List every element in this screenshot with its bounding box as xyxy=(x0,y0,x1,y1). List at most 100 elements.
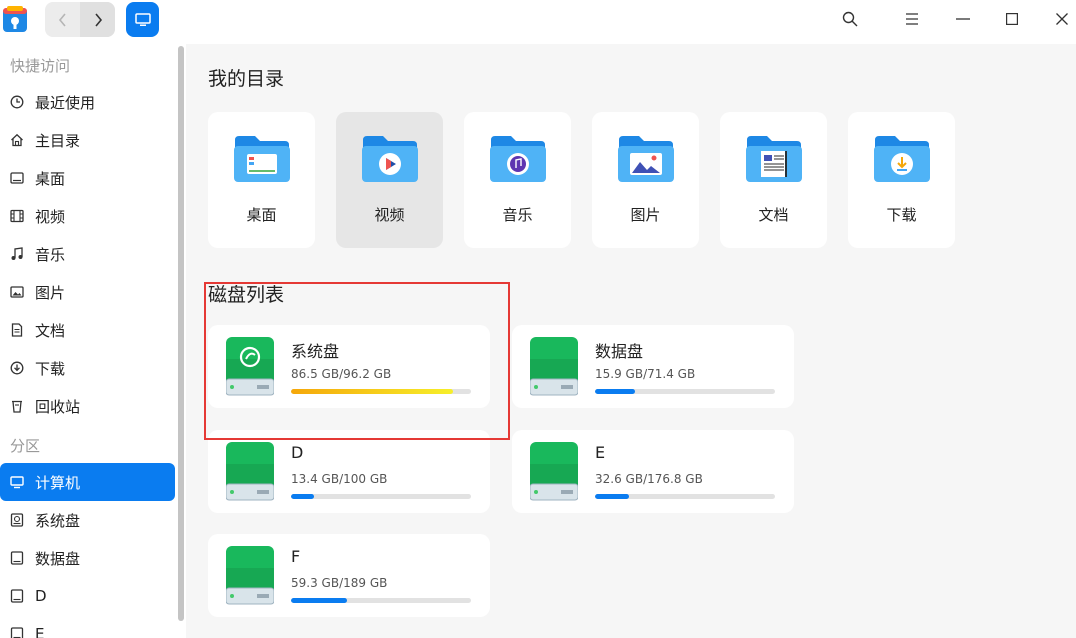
sidebar-item-label: 桌面 xyxy=(35,169,66,188)
disk-card-e[interactable]: E 32.6 GB/176.8 GB xyxy=(512,430,794,513)
disk-card-data[interactable]: 数据盘 15.9 GB/71.4 GB xyxy=(512,325,794,408)
menu-icon xyxy=(906,13,918,25)
menu-button[interactable] xyxy=(901,8,923,30)
disk-icon xyxy=(10,551,24,565)
disk-size: 32.6 GB/176.8 GB xyxy=(595,472,703,486)
disk-icon xyxy=(226,546,274,605)
dir-card-documents[interactable]: 文档 xyxy=(720,112,827,248)
app-logo-icon xyxy=(2,5,28,33)
sidebar-item-disk-d[interactable]: D xyxy=(0,577,175,615)
annotation-highlight-box xyxy=(204,282,510,440)
dir-card-videos[interactable]: 视频 xyxy=(336,112,443,248)
partition-heading: 分区 xyxy=(10,437,41,455)
sidebar-item-label: 系统盘 xyxy=(35,511,81,530)
download-folder-icon xyxy=(874,136,930,182)
disk-icon xyxy=(10,627,24,638)
sidebar-item-label: 最近使用 xyxy=(35,93,96,112)
sidebar-item-pictures[interactable]: 图片 xyxy=(0,273,175,311)
dir-label: 视频 xyxy=(374,206,405,224)
sidebar-scrollbar[interactable] xyxy=(178,46,184,621)
sidebar-item-label: 图片 xyxy=(35,283,66,302)
disk-name: D xyxy=(291,443,304,462)
dir-label: 桌面 xyxy=(246,206,277,224)
disk-size: 13.4 GB/100 GB xyxy=(291,472,388,486)
sidebar: 快捷访问 最近使用 主目录 桌面 视频 音乐 图片 文档 下载 回收站 分区 计… xyxy=(0,44,186,638)
dir-label: 图片 xyxy=(630,206,661,224)
sidebar-item-disk-e[interactable]: E xyxy=(0,615,175,638)
trash-icon xyxy=(10,399,24,413)
disk-usage-bar xyxy=(595,494,775,499)
image-icon xyxy=(10,285,24,299)
maximize-button[interactable] xyxy=(1001,8,1023,30)
sidebar-item-label: 主目录 xyxy=(35,131,81,150)
document-icon xyxy=(10,323,24,337)
forward-button[interactable] xyxy=(80,2,115,37)
maximize-icon xyxy=(1006,13,1018,25)
sidebar-item-data-disk[interactable]: 数据盘 xyxy=(0,539,175,577)
dir-label: 音乐 xyxy=(502,206,533,224)
sidebar-item-documents[interactable]: 文档 xyxy=(0,311,175,349)
film-icon xyxy=(10,209,24,223)
dir-label: 文档 xyxy=(758,206,789,224)
close-button[interactable] xyxy=(1051,8,1073,30)
disk-icon xyxy=(530,337,578,396)
sidebar-item-system-disk[interactable]: 系统盘 xyxy=(0,501,175,539)
close-icon xyxy=(1056,13,1068,25)
system-disk-icon xyxy=(10,513,24,527)
dir-card-pictures[interactable]: 图片 xyxy=(592,112,699,248)
dir-card-desktop[interactable]: 桌面 xyxy=(208,112,315,248)
desktop-icon xyxy=(10,171,24,185)
sidebar-item-label: 下载 xyxy=(35,359,66,378)
sidebar-item-label: 文档 xyxy=(35,321,66,340)
computer-view-button[interactable] xyxy=(126,2,159,37)
sidebar-item-label: 回收站 xyxy=(35,397,81,416)
clock-icon xyxy=(10,95,24,109)
home-icon xyxy=(10,133,24,147)
sidebar-item-downloads[interactable]: 下载 xyxy=(0,349,175,387)
navigation-buttons xyxy=(45,2,115,37)
picture-folder-icon xyxy=(618,136,674,182)
disk-size: 59.3 GB/189 GB xyxy=(291,576,388,590)
disk-name: F xyxy=(291,547,301,566)
sidebar-item-computer[interactable]: 计算机 xyxy=(0,463,175,501)
disk-usage-bar xyxy=(291,494,471,499)
quick-access-heading: 快捷访问 xyxy=(10,57,71,75)
back-button[interactable] xyxy=(45,2,80,37)
sidebar-item-recent[interactable]: 最近使用 xyxy=(0,83,175,121)
sidebar-item-label: 视频 xyxy=(35,207,66,226)
sidebar-item-desktop[interactable]: 桌面 xyxy=(0,159,175,197)
sidebar-item-music[interactable]: 音乐 xyxy=(0,235,175,273)
disk-card-d[interactable]: D 13.4 GB/100 GB xyxy=(208,430,490,513)
disk-icon xyxy=(226,442,274,501)
title-bar xyxy=(0,0,1076,44)
sidebar-item-label: D xyxy=(35,587,47,605)
sidebar-item-home[interactable]: 主目录 xyxy=(0,121,175,159)
dir-label: 下载 xyxy=(886,206,917,224)
my-directories-title: 我的目录 xyxy=(208,68,285,90)
disk-card-f[interactable]: F 59.3 GB/189 GB xyxy=(208,534,490,617)
minimize-icon xyxy=(956,18,970,20)
sidebar-item-video[interactable]: 视频 xyxy=(0,197,175,235)
disk-usage-bar xyxy=(595,389,775,394)
computer-icon xyxy=(134,12,151,26)
disk-name: 数据盘 xyxy=(595,342,644,361)
sidebar-item-label: E xyxy=(35,625,45,638)
chevron-right-icon xyxy=(94,12,102,27)
music-icon xyxy=(10,247,24,261)
disk-usage-bar xyxy=(291,598,471,603)
sidebar-item-trash[interactable]: 回收站 xyxy=(0,387,175,425)
search-button[interactable] xyxy=(839,8,861,30)
disk-size: 15.9 GB/71.4 GB xyxy=(595,367,696,381)
disk-icon xyxy=(10,589,24,603)
sidebar-item-label: 数据盘 xyxy=(35,549,81,568)
download-icon xyxy=(10,361,24,375)
music-folder-icon xyxy=(490,136,546,182)
dir-card-music[interactable]: 音乐 xyxy=(464,112,571,248)
computer-icon xyxy=(10,475,24,489)
disk-usage-fill xyxy=(291,494,315,499)
minimize-button[interactable] xyxy=(952,8,974,30)
disk-usage-fill xyxy=(595,389,635,394)
chevron-left-icon xyxy=(58,12,66,27)
disk-name: E xyxy=(595,443,606,462)
dir-card-downloads[interactable]: 下载 xyxy=(848,112,955,248)
